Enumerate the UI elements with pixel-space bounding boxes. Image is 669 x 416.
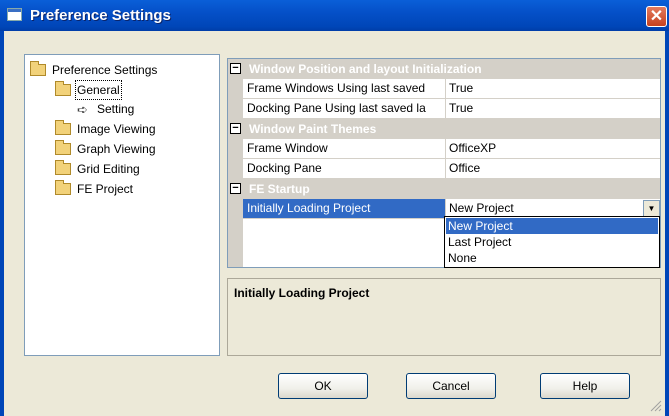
cancel-button[interactable]: Cancel [406,373,496,399]
dropdown-option[interactable]: Last Project [446,234,658,250]
dropdown-list[interactable]: New Project Last Project None [444,216,660,268]
property-name: Docking Pane Using last saved la [243,99,446,118]
category-label: Window Position and layout Initializatio… [249,62,482,76]
help-button[interactable]: Help [540,373,630,399]
tree-item-label: Preference Settings [52,63,158,77]
folder-icon [55,180,71,195]
folder-icon [30,61,46,76]
category-window-position[interactable]: − Window Position and layout Initializat… [228,59,660,79]
tree-item-label: Image Viewing [77,122,156,136]
property-value[interactable]: True [446,99,660,118]
property-name: Docking Pane [243,159,446,178]
collapse-box-icon[interactable]: − [230,63,241,74]
property-value[interactable]: Office [446,159,660,178]
property-row[interactable]: Docking Pane Using last saved la True [243,99,660,119]
property-value[interactable]: OfficeXP [446,139,660,158]
folder-icon [55,160,71,175]
folder-icon [55,140,71,155]
close-button[interactable]: ✕ [646,6,667,27]
category-window-paint-themes[interactable]: − Window Paint Themes [228,119,660,139]
description-title: Initially Loading Project [234,286,370,300]
resize-grip-icon[interactable] [648,398,662,412]
property-name: Frame Window [243,139,446,158]
dropdown-option[interactable]: New Project [446,218,658,234]
property-name: Frame Windows Using last saved [243,79,446,98]
dropdown-option[interactable]: None [446,250,658,266]
property-name: Initially Loading Project [243,199,446,218]
tree-item-label: Graph Viewing [77,142,156,156]
title-bar[interactable]: Preference Settings ✕ [0,0,669,31]
property-row[interactable]: Docking Pane Office [243,159,660,179]
collapse-box-icon[interactable]: − [230,123,241,134]
folder-icon [55,81,71,96]
arrow-icon: ➪ [77,102,88,117]
grid-gutter [228,59,243,267]
property-row[interactable]: Frame Windows Using last saved True [243,79,660,99]
tree-item-label: General [75,80,122,100]
window-frame-right [665,31,669,416]
ok-button[interactable]: OK [278,373,368,399]
chevron-down-icon: ▼ [647,204,656,213]
tree-item-label: FE Project [77,182,134,196]
dropdown-button[interactable]: ▼ [643,200,660,217]
property-row[interactable]: Frame Window OfficeXP [243,139,660,159]
property-value[interactable]: True [446,79,660,98]
close-icon: ✕ [649,8,664,25]
preference-tree[interactable]: Preference Settings General ➪ Setting Im… [24,54,220,356]
collapse-box-icon[interactable]: − [230,183,241,194]
tree-item-label: Setting [97,102,135,116]
window-title: Preference Settings [30,7,171,24]
description-pane: Initially Loading Project [227,278,661,356]
tree-item-label: Grid Editing [77,162,140,176]
category-label: FE Startup [249,182,310,196]
folder-icon [55,120,71,135]
window-icon [7,8,22,21]
window-frame-left [0,31,4,416]
category-fe-startup[interactable]: − FE Startup [228,179,660,199]
combo-value: New Project [449,201,514,215]
category-label: Window Paint Themes [249,122,377,136]
